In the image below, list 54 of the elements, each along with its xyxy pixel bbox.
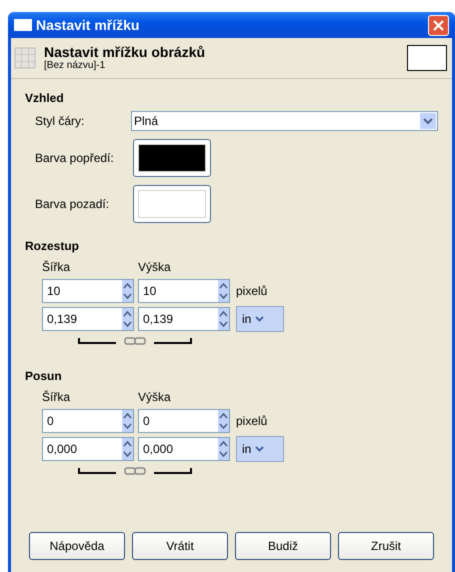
bracket-line-icon bbox=[78, 338, 116, 344]
spin-arrows-icon[interactable] bbox=[122, 410, 133, 432]
unit-label: pixelů bbox=[236, 283, 268, 300]
spin-arrows-icon[interactable] bbox=[122, 308, 133, 330]
bracket-line-icon bbox=[154, 338, 192, 344]
dialog-button[interactable]: Budiž bbox=[235, 532, 331, 560]
unit-dropdown[interactable]: in bbox=[236, 436, 284, 462]
field-label: Styl čáry: bbox=[35, 113, 86, 130]
field-label: Výška bbox=[138, 389, 171, 406]
bracket-line-icon bbox=[78, 468, 116, 474]
chevron-down-icon bbox=[255, 446, 264, 452]
chevron-down-icon bbox=[255, 316, 264, 322]
spin-arrows-icon[interactable] bbox=[122, 280, 133, 302]
chevron-down-icon bbox=[420, 113, 436, 129]
section-heading: Posun bbox=[25, 368, 63, 385]
chain-link-icon[interactable] bbox=[124, 467, 146, 475]
section-heading: Vzhled bbox=[25, 90, 65, 107]
number-field[interactable]: 0 bbox=[138, 409, 230, 433]
number-field[interactable]: 0,000 bbox=[42, 437, 134, 461]
spin-arrows-icon[interactable] bbox=[218, 280, 229, 302]
number-field[interactable]: 0,139 bbox=[42, 307, 134, 331]
image-name: [Bez názvu]-1 bbox=[44, 60, 106, 72]
dialog-button[interactable]: Nápověda bbox=[29, 532, 125, 560]
unit-label: pixelů bbox=[236, 413, 268, 430]
window-icon bbox=[14, 19, 32, 31]
section-heading: Rozestup bbox=[25, 238, 80, 255]
image-preview bbox=[407, 45, 447, 71]
spin-arrows-icon[interactable] bbox=[218, 308, 229, 330]
grid-icon bbox=[14, 47, 36, 69]
bracket-line-icon bbox=[154, 468, 192, 474]
spin-arrows-icon[interactable] bbox=[218, 410, 229, 432]
dialog-heading: Nastavit mřížku obrázků bbox=[44, 44, 206, 60]
unit-dropdown[interactable]: in bbox=[236, 306, 284, 332]
spin-arrows-icon[interactable] bbox=[122, 438, 133, 460]
close-button[interactable] bbox=[428, 14, 449, 36]
number-field[interactable]: 10 bbox=[42, 279, 134, 303]
field-label: Šířka bbox=[42, 389, 72, 406]
field-label: Výška bbox=[138, 259, 171, 276]
number-field[interactable]: 0 bbox=[42, 409, 134, 433]
dialog-button[interactable]: Vrátit bbox=[132, 532, 228, 560]
chain-link-icon[interactable] bbox=[124, 337, 146, 345]
window-title: Nastavit mřížku bbox=[36, 16, 140, 34]
field-label: Barva pozadí: bbox=[35, 196, 110, 213]
close-icon bbox=[433, 20, 444, 30]
number-field[interactable]: 0,139 bbox=[138, 307, 230, 331]
spin-arrows-icon[interactable] bbox=[218, 438, 229, 460]
field-label: Barva popředí: bbox=[35, 150, 115, 167]
color-button[interactable] bbox=[133, 139, 211, 177]
dialog-button[interactable]: Zrušit bbox=[338, 532, 434, 560]
number-field[interactable]: 10 bbox=[138, 279, 230, 303]
field-label: Šířka bbox=[42, 259, 72, 276]
color-button[interactable] bbox=[133, 185, 211, 223]
number-field[interactable]: 0,000 bbox=[138, 437, 230, 461]
line-style-dropdown[interactable]: Plná bbox=[131, 111, 438, 131]
